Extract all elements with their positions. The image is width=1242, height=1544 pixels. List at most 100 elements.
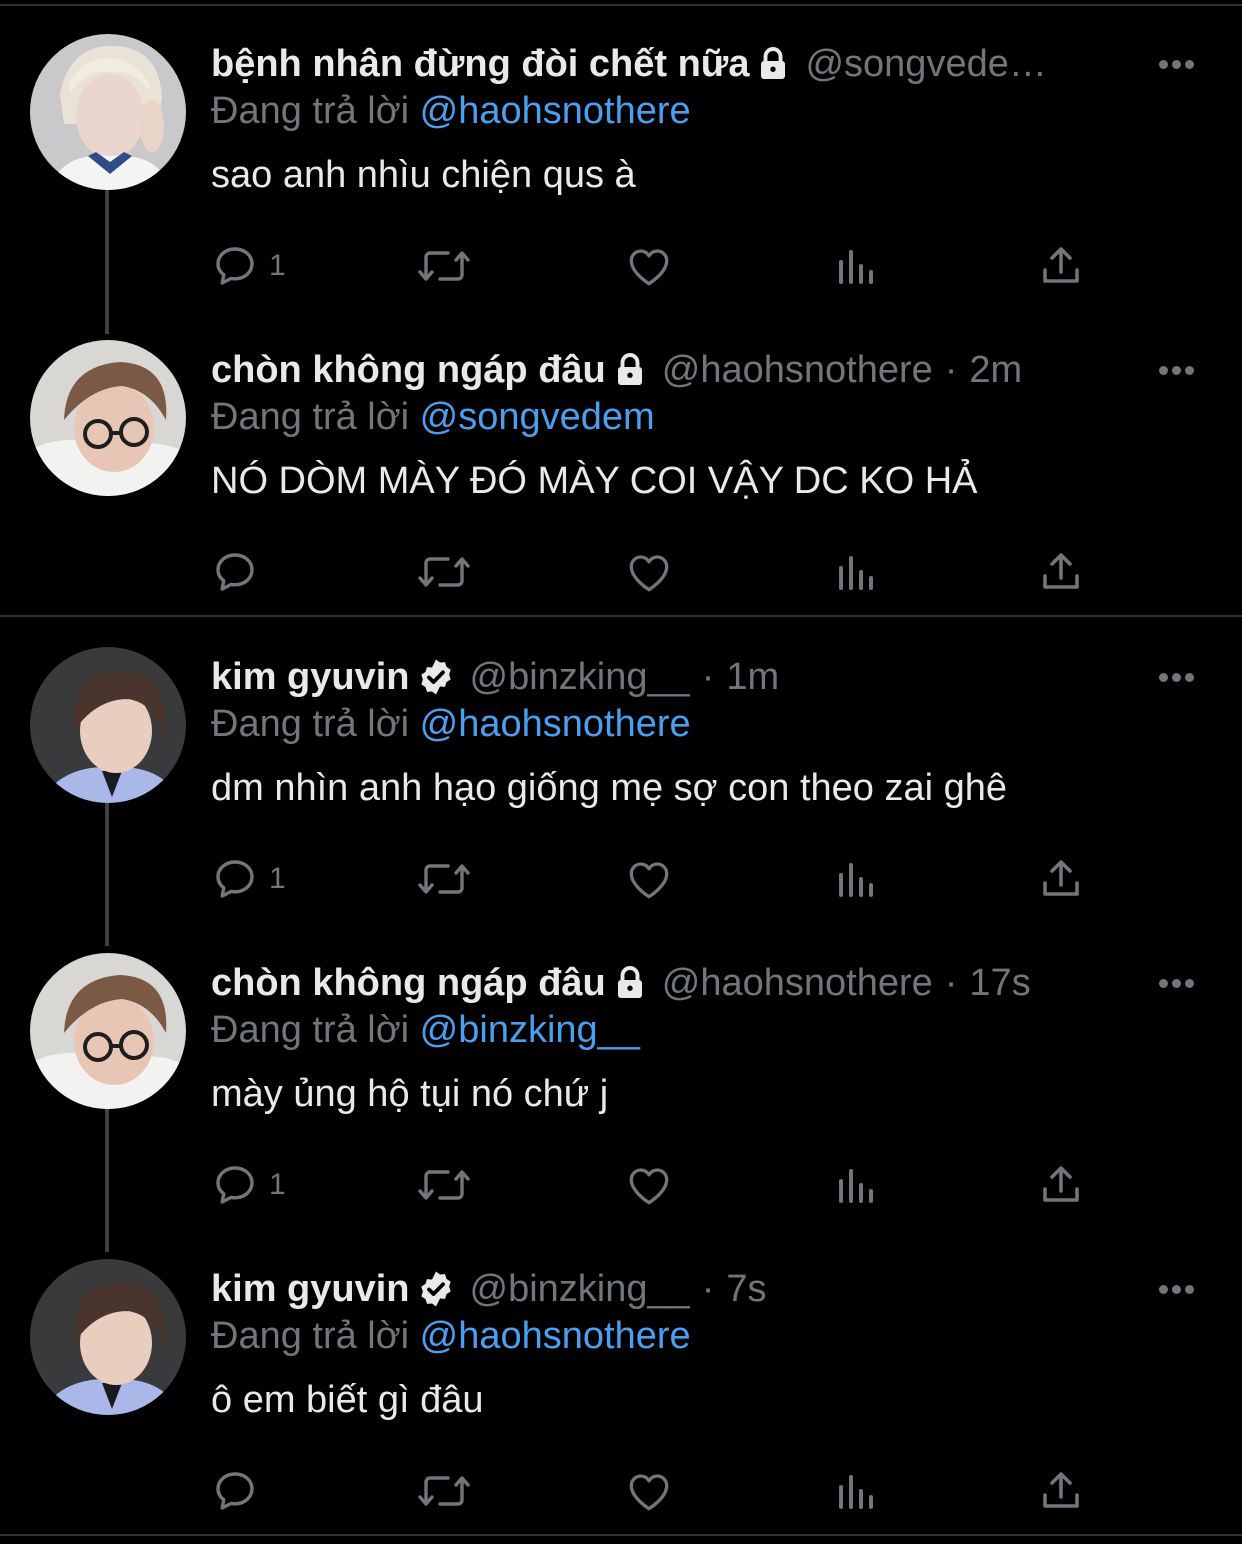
time-separator: · xyxy=(944,348,958,391)
tweet-actions xyxy=(211,1461,1211,1521)
like-button[interactable] xyxy=(624,542,674,602)
replying-to-label: Đang trả lời xyxy=(211,1315,410,1357)
mention-link[interactable]: @binzking__ xyxy=(420,1009,640,1051)
avatar[interactable] xyxy=(30,953,186,1109)
like-button[interactable] xyxy=(624,849,674,909)
avatar[interactable] xyxy=(30,340,186,496)
share-button[interactable] xyxy=(1037,1461,1085,1521)
share-icon xyxy=(1043,1472,1079,1508)
share-button[interactable] xyxy=(1037,1155,1085,1215)
verified-icon xyxy=(416,1269,456,1309)
user-handle[interactable]: @haohsnothere xyxy=(662,962,933,1005)
more-options-icon[interactable] xyxy=(1159,1277,1199,1301)
retweet-icon xyxy=(418,864,470,894)
like-button[interactable] xyxy=(624,1461,674,1521)
avatar[interactable] xyxy=(30,647,186,803)
like-button[interactable] xyxy=(624,1155,674,1215)
display-name[interactable]: kim gyuvin xyxy=(211,1268,410,1311)
time-separator: · xyxy=(701,1267,715,1310)
analytics-button[interactable] xyxy=(831,1155,879,1215)
retweet-icon xyxy=(418,1170,470,1200)
timestamp[interactable]: 7s xyxy=(726,1268,766,1311)
lock-icon xyxy=(755,46,791,82)
tweet[interactable]: kim gyuvin @binzking__ · 1m Đang trả lời… xyxy=(0,617,1242,923)
avatar[interactable] xyxy=(30,34,186,190)
reply-icon xyxy=(216,553,254,591)
reply-button[interactable]: 1 xyxy=(211,849,286,909)
user-handle[interactable]: @binzking__ xyxy=(470,1268,690,1311)
timestamp[interactable]: 2m xyxy=(969,349,1022,392)
reply-button[interactable]: 1 xyxy=(211,236,286,296)
retweet-button[interactable] xyxy=(416,849,472,909)
analytics-icon xyxy=(839,863,873,897)
share-button[interactable] xyxy=(1037,849,1085,909)
analytics-button[interactable] xyxy=(831,236,879,296)
replying-to-label: Đang trả lời xyxy=(211,396,410,438)
analytics-button[interactable] xyxy=(831,849,879,909)
share-button[interactable] xyxy=(1037,542,1085,602)
retweet-button[interactable] xyxy=(416,1155,472,1215)
lock-icon xyxy=(612,352,648,388)
display-name[interactable]: chòn không ngáp đâu xyxy=(211,962,606,1005)
retweet-button[interactable] xyxy=(416,1461,472,1521)
retweet-icon xyxy=(418,251,470,281)
share-icon xyxy=(1043,860,1079,896)
retweet-icon xyxy=(418,1476,470,1506)
analytics-button[interactable] xyxy=(831,1461,879,1521)
tweet-actions: 1 xyxy=(211,236,1211,296)
tweet[interactable]: chòn không ngáp đâu @haohsnothere · 17s … xyxy=(0,923,1242,1229)
tweet-text: sao anh nhìu chiện qus à xyxy=(211,154,636,196)
avatar[interactable] xyxy=(30,1259,186,1415)
reply-button[interactable] xyxy=(211,1461,269,1521)
lock-icon xyxy=(612,965,648,1001)
analytics-icon xyxy=(839,250,873,284)
more-options-icon[interactable] xyxy=(1159,971,1199,995)
mention-link[interactable]: @songvedem xyxy=(420,396,655,438)
heart-icon xyxy=(629,249,669,286)
replying-to: Đang trả lời @binzking__ xyxy=(211,1009,640,1052)
reply-button[interactable]: 1 xyxy=(211,1155,286,1215)
tweet[interactable]: chòn không ngáp đâu @haohsnothere · 2m Đ… xyxy=(0,310,1242,616)
display-name[interactable]: kim gyuvin xyxy=(211,656,410,699)
tweet[interactable]: kim gyuvin @binzking__ · 7s Đang trả lời… xyxy=(0,1229,1242,1535)
reply-count: 1 xyxy=(269,862,286,895)
display-name[interactable]: bệnh nhân đừng đòi chết nữa xyxy=(211,43,749,86)
replying-to-label: Đang trả lời xyxy=(211,1009,410,1051)
verified-icon xyxy=(416,657,456,697)
reply-count: 1 xyxy=(269,249,286,282)
analytics-icon xyxy=(839,1475,873,1509)
tweet-text: dm nhìn anh hạo giống mẹ sợ con theo zai… xyxy=(211,767,1008,809)
timestamp[interactable]: 1m xyxy=(726,656,779,699)
retweet-button[interactable] xyxy=(416,236,472,296)
replying-to-label: Đang trả lời xyxy=(211,703,410,745)
user-handle[interactable]: @haohsnothere xyxy=(662,349,933,392)
retweet-button[interactable] xyxy=(416,542,472,602)
user-handle[interactable]: @binzking__ xyxy=(470,656,690,699)
replying-to: Đang trả lời @haohsnothere xyxy=(211,1315,691,1358)
reply-icon xyxy=(216,1472,254,1510)
share-icon xyxy=(1043,553,1079,589)
mention-link[interactable]: @haohsnothere xyxy=(420,90,691,132)
heart-icon xyxy=(629,862,669,899)
share-button[interactable] xyxy=(1037,236,1085,296)
reply-icon xyxy=(216,860,254,898)
display-name[interactable]: chòn không ngáp đâu xyxy=(211,349,606,392)
mention-link[interactable]: @haohsnothere xyxy=(420,1315,691,1357)
more-options-icon[interactable] xyxy=(1159,52,1199,76)
tweet-actions: 1 xyxy=(211,1155,1211,1215)
reply-button[interactable] xyxy=(211,542,269,602)
heart-icon xyxy=(629,1474,669,1511)
analytics-icon xyxy=(839,556,873,590)
analytics-button[interactable] xyxy=(831,542,879,602)
tweet-text: mày ủng hộ tụi nó chứ j xyxy=(211,1073,609,1115)
like-button[interactable] xyxy=(624,236,674,296)
mention-link[interactable]: @haohsnothere xyxy=(420,703,691,745)
tweet[interactable]: bệnh nhân đừng đòi chết nữa @songvede… Đ… xyxy=(0,4,1242,310)
more-options-icon[interactable] xyxy=(1159,358,1199,382)
reply-icon xyxy=(216,247,254,285)
reply-icon xyxy=(216,1166,254,1204)
user-handle[interactable]: @songvede… xyxy=(805,43,1046,86)
timestamp[interactable]: 17s xyxy=(969,962,1030,1005)
more-options-icon[interactable] xyxy=(1159,665,1199,689)
tweet-actions xyxy=(211,542,1211,602)
